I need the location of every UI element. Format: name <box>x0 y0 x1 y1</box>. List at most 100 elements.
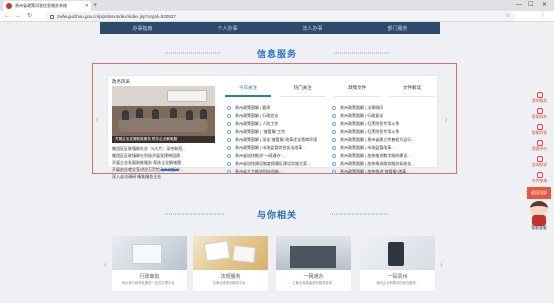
news-list: 集团区区联镇联社办（5大片）深挖新招... 集团区区联镇联社积极开展党建带团建.… <box>112 145 215 180</box>
bullet-icon <box>332 114 336 118</box>
info-prev-arrow[interactable]: ‹ <box>96 115 99 124</box>
forward-button[interactable]: → <box>15 12 21 21</box>
news-item[interactable]: 集团区区联镇联社办（5大片）深挖新招... <box>112 145 215 152</box>
right-toolbar: 我的服务 帮助导办 智能问答 我要评价 咨询投诉 办件查询 <box>525 91 554 187</box>
card-image <box>276 236 351 270</box>
article-title: 贵州省加快推进"一网通办"... <box>235 153 286 158</box>
card-image <box>112 236 187 270</box>
article-item[interactable]: 贵州政策图解 | 行政复议 <box>332 112 432 120</box>
article-title: 贵州政策图解 | 市场监管改革... <box>340 145 395 150</box>
nav-item[interactable]: 办事指南 <box>132 25 152 32</box>
tab-hot-focus[interactable]: 热门关注 <box>279 81 326 97</box>
bullet-icon <box>332 146 336 150</box>
toolbar-evaluate[interactable]: 我要评价 <box>525 140 554 155</box>
card-desc: 贵州省行政审批服务一站式办理平台... <box>121 281 178 285</box>
news-item[interactable]: 开展企业发展助推服务 帮扶企业解难题 <box>112 159 215 166</box>
new-tab-button[interactable]: + <box>93 1 97 10</box>
card-desc: 法律法规查询服务平台... <box>212 281 249 285</box>
related-card[interactable]: 一码贵州 面向企业和群众的综合服务... <box>360 236 435 291</box>
info-next-arrow[interactable]: › <box>445 115 448 124</box>
tab-title: 贵州省政策问答信息服务系统 <box>15 3 67 8</box>
article-item[interactable]: 贵州政策图解 | 市场监管综合执法改革... <box>227 144 327 152</box>
related-card[interactable]: 一网通办 汇聚全省各级政务服务事项... <box>276 236 351 291</box>
article-item[interactable]: 贵州政策图解 | 加快推进"放管服"改革... <box>332 168 432 176</box>
toolbar-qa[interactable]: 智能问答 <box>525 124 554 139</box>
toolbar-label: 我要评价 <box>531 147 548 151</box>
article-item[interactable]: 贵州政策图解 | 加快推进政务服务标准化... <box>332 160 432 168</box>
article-item[interactable]: 贵州省加快推进"一网通办"... <box>227 152 327 160</box>
related-card[interactable]: 行政审批 贵州省行政审批服务一站式办理平台... <box>112 236 187 291</box>
related-prev-arrow[interactable]: ‹ <box>104 260 107 269</box>
tab-close-icon[interactable]: ✕ <box>85 3 89 9</box>
article-title: 贵州政策图解 | 行政信访 <box>235 113 279 118</box>
toolbar-query[interactable]: 办件查询 <box>525 172 554 187</box>
article-item[interactable]: 贵州政策图解 | 法律顾问 <box>332 104 432 112</box>
card-image-shape <box>388 242 404 266</box>
photo-person <box>136 108 143 118</box>
related-next-arrow[interactable]: › <box>440 260 443 269</box>
news-photo-caption: 开展企业发展助推服务 帮扶企业解难题 <box>112 136 215 143</box>
address-url[interactable]: zwfw.guizhou.gov.cn/jsp/sbsxIndex/index.… <box>57 14 176 19</box>
article-item[interactable]: 贵州省加快建设制度保障区建设实施方案... <box>227 160 327 168</box>
article-item[interactable]: 贵州政策图解 | 深化"放管服"改革优化营商环境 <box>227 136 327 144</box>
article-title: 贵州政策图解 | 贵州省建立完善权力运行... <box>340 137 415 142</box>
bookmark-star-icon[interactable]: ☆ <box>505 12 510 21</box>
article-title: 贵州政策图解 | 扫黑除恶专项斗争 <box>340 129 400 134</box>
address-bar[interactable]: zwfw.guizhou.gov.cn/jsp/sbsxIndex/index.… <box>46 12 516 21</box>
minimize-button[interactable]: — <box>516 0 522 10</box>
related-card[interactable]: 法规服务 法律法规查询服务平台... <box>193 236 268 291</box>
toolbar-guide[interactable]: 帮助导办 <box>525 108 554 123</box>
news-photo[interactable]: 开展企业发展助推服务 帮扶企业解难题 <box>112 86 215 143</box>
article-item[interactable]: 贵州政策图解 | 行政信访 <box>227 112 327 120</box>
article-item[interactable]: 贵州政策图解 | 市场监管改革... <box>332 144 432 152</box>
article-item[interactable]: 贵州政策图解 | 加快推进数字政府建设... <box>332 152 432 160</box>
back-button[interactable]: ← <box>4 12 10 21</box>
news-item[interactable]: 集团区区联镇联社积极开展党建带团建... <box>112 152 215 159</box>
maximize-button[interactable]: ☐ <box>528 0 533 10</box>
card-image <box>193 236 268 270</box>
article-item[interactable]: 贵州省大力推进科技创新... <box>227 168 327 176</box>
reload-button[interactable]: ↻ <box>27 12 32 21</box>
bullet-icon <box>332 130 336 134</box>
article-title: 贵州省大力推进科技创新... <box>235 169 283 174</box>
article-item[interactable]: 贵州政策图解 | 扫黑除恶专项斗争 <box>332 120 432 128</box>
article-item[interactable]: 贵州政策图解 | 贵州省建立完善权力运行... <box>332 136 432 144</box>
article-item[interactable]: 贵州政策图解 | 要闻 <box>227 104 327 112</box>
info-service-title: 信息服务 <box>256 49 297 59</box>
article-item[interactable]: 贵州政策图解 | "放管服"工作 <box>227 128 327 136</box>
article-list-left: 贵州政策图解 | 要闻 贵州政策图解 | 行政信访 贵州政策图解 | 人防工作 … <box>227 104 327 176</box>
toolbar-complaint[interactable]: 咨询投诉 <box>525 156 554 171</box>
lock-icon <box>50 14 54 19</box>
photo-table <box>118 118 208 132</box>
carousel-indicator[interactable] <box>145 169 159 171</box>
photo-person <box>152 109 159 119</box>
article-title: 贵州政策图解 | 扫黑除恶专项斗争 <box>340 121 400 126</box>
browser-tab-strip: 贵州省政策问答信息服务系统 ✕ + — ☐ ✕ <box>0 0 554 11</box>
tab-today-focus[interactable]: 今日关注 <box>225 81 271 97</box>
card-image-shape <box>290 246 336 268</box>
window-close-button[interactable]: ✕ <box>542 0 547 10</box>
nav-item[interactable]: 个人办事 <box>217 25 237 32</box>
card-name: 一码贵州 <box>387 274 408 280</box>
back-to-top-button[interactable]: 返回顶部 <box>527 187 551 199</box>
carousel-indicator-active[interactable] <box>161 169 179 171</box>
bullet-icon <box>332 138 336 142</box>
tab-policy-files[interactable]: 政策文件 <box>334 81 381 97</box>
bullet-icon <box>227 122 231 126</box>
browser-menu-icon[interactable]: ⋮ <box>540 12 546 21</box>
bullet-icon <box>227 114 231 118</box>
card-desc: 汇聚全省各级政务服务事项... <box>292 281 335 285</box>
browser-tab[interactable]: 贵州省政策问答信息服务系统 ✕ <box>3 1 91 11</box>
bullet-icon <box>332 170 336 174</box>
news-item[interactable]: 深入走访调研 精准服务企业 <box>112 173 215 180</box>
nav-item[interactable]: 法人办事 <box>302 25 322 32</box>
article-title: 贵州政策图解 | 深化"放管服"改革优化营商环境 <box>235 137 318 142</box>
article-item[interactable]: 贵州政策图解 | 扫黑除恶专项斗争 <box>332 128 432 136</box>
site-favicon-icon <box>6 3 12 9</box>
nav-item[interactable]: 部门服务 <box>387 25 407 32</box>
toolbar-my-service[interactable]: 我的服务 <box>525 92 554 107</box>
bullet-icon <box>227 138 231 142</box>
article-item[interactable]: 贵州政策图解 | 人防工作 <box>227 120 327 128</box>
toolbar-label: 我的服务 <box>531 99 548 103</box>
tab-file-interpretation[interactable]: 文件解读 <box>388 81 435 97</box>
